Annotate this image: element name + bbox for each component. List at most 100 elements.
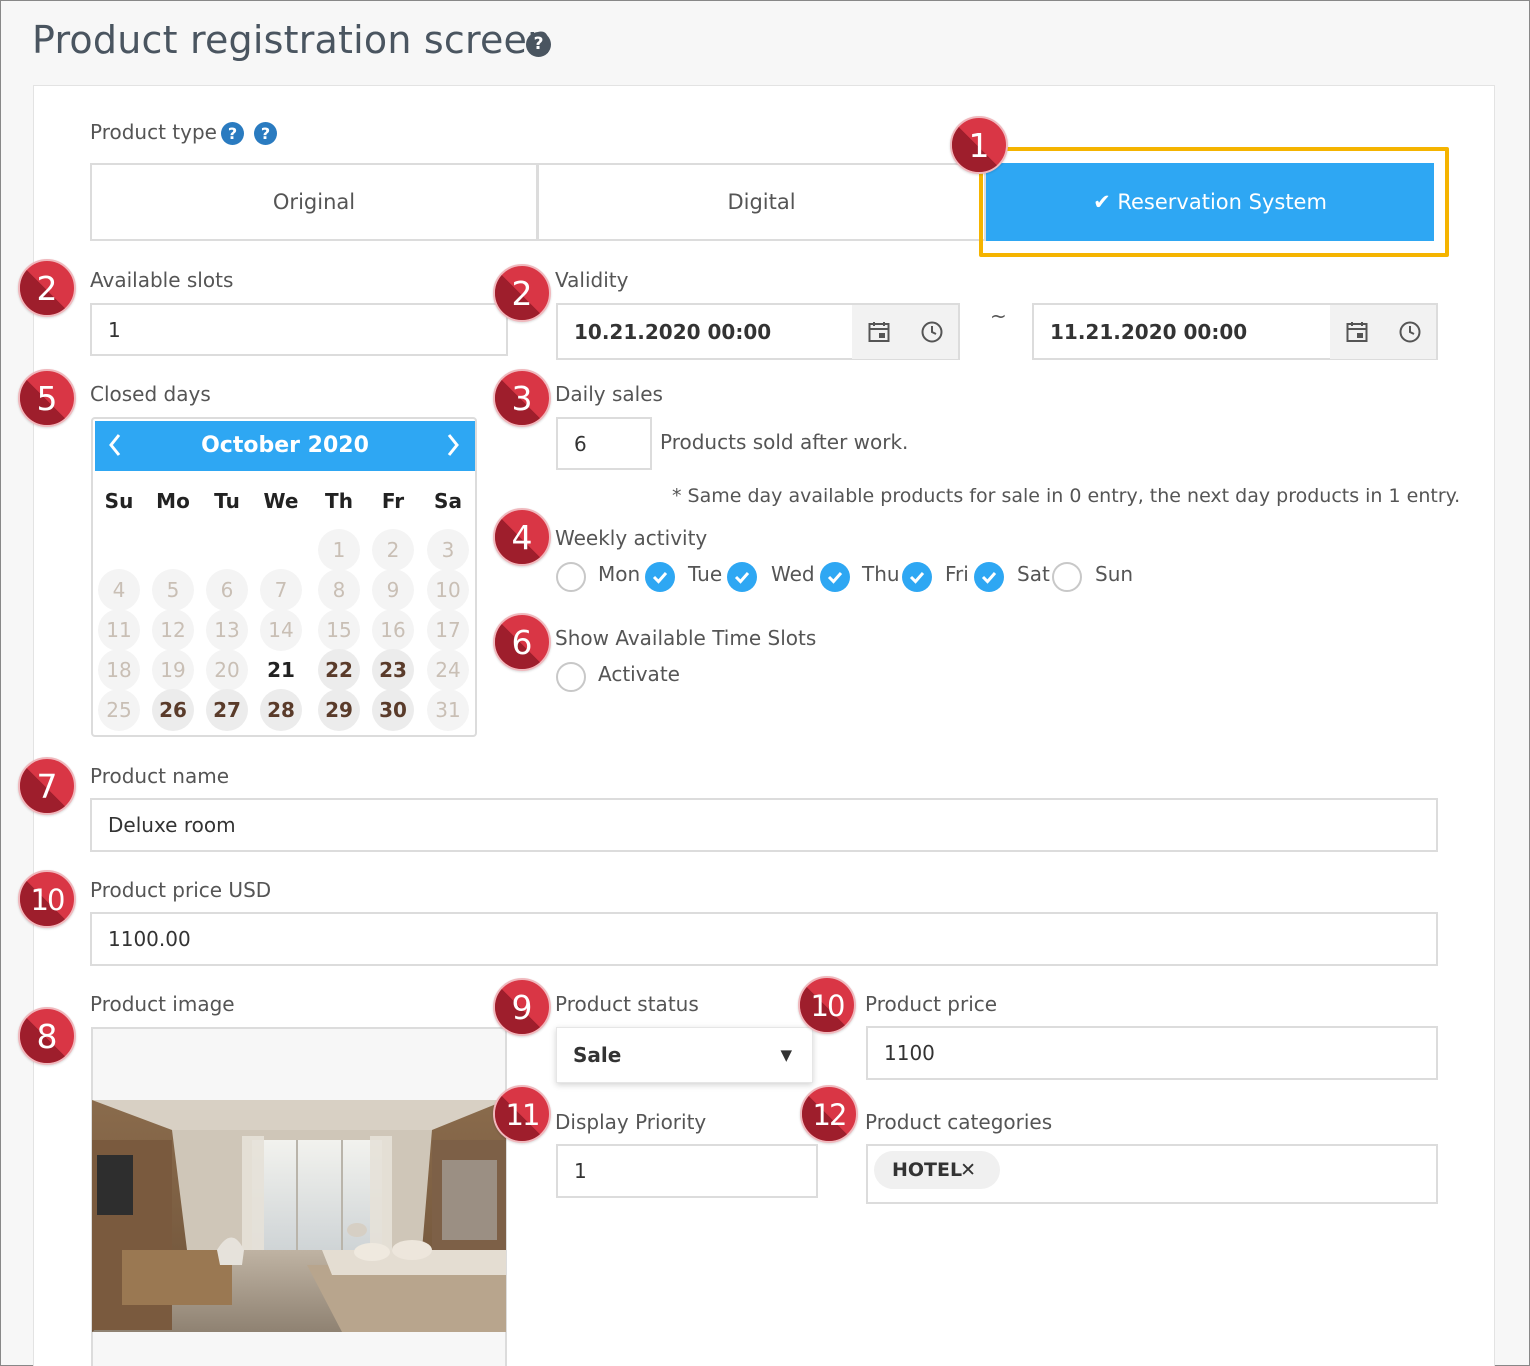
calendar-day[interactable]: 8 [318,569,360,611]
weekday-checkbox-checked[interactable] [645,562,675,592]
calendar-day[interactable]: 4 [98,569,140,611]
calendar-day[interactable]: 30 [372,689,414,731]
calendar-day[interactable]: 1 [318,529,360,571]
calendar-day[interactable]: 3 [427,529,469,571]
weekday-checkbox-checked[interactable] [974,562,1004,592]
product-type-digital-button[interactable]: Digital [537,163,986,241]
weekday-checkbox-checked[interactable] [727,562,757,592]
daily-sales-suffix: Products sold after work. [660,430,909,454]
product-price-usd-input[interactable]: 1100.00 [90,912,1438,966]
step-badge: 4 [493,508,551,566]
weekday-label: Thu [862,562,900,586]
weekday-label: Tue [688,562,723,586]
calendar-day[interactable]: 10 [427,569,469,611]
help-icon[interactable]: ? [526,32,551,57]
product-status-label: Product status [555,992,699,1016]
calendar-day[interactable]: 5 [152,569,194,611]
calendar-day[interactable]: 7 [260,569,302,611]
step-badge: 10 [798,976,856,1034]
product-price-input[interactable]: 1100 [866,1026,1438,1080]
product-categories-label: Product categories [865,1110,1053,1134]
clock-icon[interactable] [905,305,958,359]
validity-end-input[interactable]: 11.21.2020 00:00 [1032,303,1438,360]
weekday-label: Sat [1017,562,1050,586]
calendar-day[interactable]: 9 [372,569,414,611]
weekly-activity-label: Weekly activity [555,526,708,550]
weekday-header: We [263,489,299,513]
calendar-day[interactable]: 18 [98,649,140,691]
daily-sales-input[interactable]: 6 [556,417,652,470]
weekday-checkbox-checked[interactable] [820,562,850,592]
calendar-day[interactable]: 11 [98,609,140,651]
calendar-day[interactable]: 24 [427,649,469,691]
weekday-label: Wed [771,562,815,586]
validity-label: Validity [555,268,629,292]
calendar-day[interactable]: 21 [260,649,302,691]
calendar-day[interactable]: 26 [152,689,194,731]
calendar-day[interactable]: 14 [260,609,302,651]
calendar-day[interactable]: 27 [206,689,248,731]
display-priority-input[interactable]: 1 [556,1144,818,1198]
calendar-day[interactable]: 25 [98,689,140,731]
activate-radio[interactable] [556,662,586,692]
step-badge: 7 [18,757,76,815]
calendar-day[interactable]: 20 [206,649,248,691]
calendar-day[interactable]: 19 [152,649,194,691]
calendar-day[interactable]: 31 [427,689,469,731]
annotation-highlight [979,147,1449,257]
daily-sales-label: Daily sales [555,382,663,406]
time-slots-label: Show Available Time Slots [555,626,817,650]
category-tag-label: HOTEL [892,1159,963,1181]
calendar-prev-button[interactable] [107,421,123,484]
step-badge: 3 [493,369,551,427]
weekday-checkbox[interactable] [556,562,586,592]
weekday-header: Su [104,489,134,513]
product-price-label: Product price [865,992,998,1016]
calendar-day[interactable]: 6 [206,569,248,611]
step-badge: 8 [18,1007,76,1065]
step-badge: 10 [18,870,76,928]
closed-days-calendar: October 2020 Su Mo Tu We Th Fr Sa 1 2 3 4 5 6 7 8 9 10 11… [91,417,477,737]
remove-tag-icon[interactable]: ✕ [960,1159,976,1181]
step-badge: 1 [950,116,1008,174]
display-priority-label: Display Priority [555,1110,707,1134]
help-icon[interactable]: ? [254,122,277,145]
validity-separator: ~ [990,304,1007,328]
activate-label: Activate [598,662,680,686]
product-status-select[interactable]: Sale ▼ [556,1027,813,1083]
weekday-checkbox-checked[interactable] [902,562,932,592]
step-badge: 5 [18,369,76,427]
clock-icon[interactable] [1383,305,1436,359]
calendar-day[interactable]: 23 [372,649,414,691]
calendar-day[interactable]: 28 [260,689,302,731]
weekday-header: Fr [381,489,405,513]
step-badge: 2 [493,264,551,322]
calendar-day[interactable]: 29 [318,689,360,731]
help-icon[interactable]: ? [221,122,244,145]
category-tag: HOTEL✕ [874,1151,1001,1189]
calendar-header: October 2020 [95,421,475,471]
product-name-input[interactable]: Deluxe room [90,798,1438,852]
step-badge: 9 [493,978,551,1036]
step-badge: 2 [18,259,76,317]
product-price-usd-label: Product price USD [90,878,272,902]
calendar-day[interactable]: 17 [427,609,469,651]
step-badge: 11 [493,1085,551,1143]
available-slots-input[interactable]: 1 [90,303,508,356]
calendar-icon[interactable] [1330,305,1383,359]
validity-start-input[interactable]: 10.21.2020 00:00 [556,303,960,360]
calendar-day[interactable]: 12 [152,609,194,651]
product-type-label: Product type [90,120,217,144]
weekday-header: Mo [156,489,190,513]
calendar-day[interactable]: 13 [206,609,248,651]
weekday-checkbox[interactable] [1052,562,1082,592]
calendar-day[interactable]: 15 [318,609,360,651]
calendar-icon[interactable] [852,305,905,359]
product-type-original-button[interactable]: Original [90,163,538,241]
weekday-label: Fri [945,562,969,586]
calendar-day[interactable]: 22 [318,649,360,691]
calendar-day[interactable]: 2 [372,529,414,571]
calendar-day[interactable]: 16 [372,609,414,651]
validity-start-value: 10.21.2020 00:00 [574,319,772,344]
calendar-next-button[interactable] [445,421,461,484]
